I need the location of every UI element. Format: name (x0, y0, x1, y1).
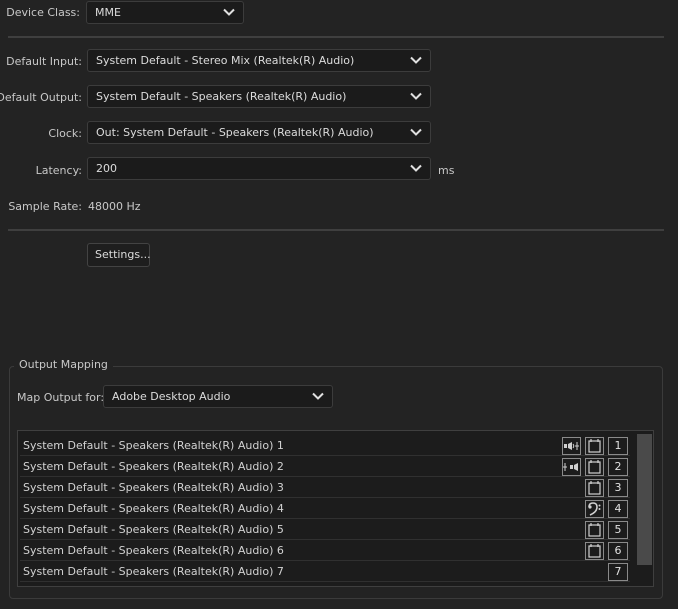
channel-number[interactable]: 5 (608, 521, 628, 539)
default-input-label: Default Input: (6, 55, 82, 68)
channel-row[interactable]: System Default - Speakers (Realtek(R) Au… (20, 436, 630, 456)
chevron-down-icon (223, 8, 235, 16)
divider-middle (8, 229, 664, 231)
channel-number[interactable]: 3 (608, 479, 628, 497)
channel-row[interactable]: System Default - Speakers (Realtek(R) Au… (20, 499, 630, 519)
default-output-value: System Default - Speakers (Realtek(R) Au… (96, 90, 347, 103)
channel-row-label: System Default - Speakers (Realtek(R) Au… (23, 523, 284, 536)
panel-assign-icon[interactable] (585, 437, 604, 455)
latency-unit: ms (438, 164, 455, 177)
panel-assign-icon[interactable] (585, 479, 604, 497)
output-channel-list[interactable]: System Default - Speakers (Realtek(R) Au… (17, 430, 654, 587)
channel-number[interactable]: 6 (608, 542, 628, 560)
channel-number[interactable]: 1 (608, 437, 628, 455)
divider-top (8, 36, 664, 38)
clock-dropdown[interactable]: Out: System Default - Speakers (Realtek(… (87, 121, 431, 144)
clock-value: Out: System Default - Speakers (Realtek(… (96, 126, 374, 139)
channel-row-label: System Default - Speakers (Realtek(R) Au… (23, 565, 284, 578)
channel-row[interactable]: System Default - Speakers (Realtek(R) Au… (20, 520, 630, 540)
latency-label: Latency: (35, 164, 82, 177)
default-output-dropdown[interactable]: System Default - Speakers (Realtek(R) Au… (87, 85, 431, 108)
channel-number[interactable]: 4 (608, 500, 628, 518)
chevron-down-icon (410, 164, 422, 172)
default-output-label: Default Output: (0, 91, 82, 104)
channel-row-label: System Default - Speakers (Realtek(R) Au… (23, 544, 284, 557)
output-mapping-title: Output Mapping (14, 358, 113, 371)
channel-row-label: System Default - Speakers (Realtek(R) Au… (23, 502, 284, 515)
map-output-dropdown[interactable]: Adobe Desktop Audio (103, 385, 333, 408)
channel-row-label: System Default - Speakers (Realtek(R) Au… (23, 460, 284, 473)
channel-row[interactable]: System Default - Speakers (Realtek(R) Au… (20, 562, 630, 582)
speaker-left-icon[interactable] (562, 437, 581, 455)
channel-row[interactable]: System Default - Speakers (Realtek(R) Au… (20, 541, 630, 561)
panel-assign-icon[interactable] (585, 458, 604, 476)
settings-button[interactable]: Settings... (87, 243, 151, 267)
map-output-value: Adobe Desktop Audio (112, 390, 231, 403)
device-class-value: MME (95, 6, 121, 19)
panel-assign-icon[interactable] (585, 542, 604, 560)
clock-label: Clock: (48, 127, 82, 140)
latency-dropdown[interactable]: 200 (87, 157, 431, 180)
chevron-down-icon (312, 392, 324, 400)
sample-rate-value: 48000 Hz (88, 200, 141, 213)
channel-number[interactable]: 7 (608, 563, 628, 581)
channel-row[interactable]: System Default - Speakers (Realtek(R) Au… (20, 457, 630, 477)
default-input-dropdown[interactable]: System Default - Stereo Mix (Realtek(R) … (87, 49, 431, 72)
bass-clef-icon[interactable] (585, 500, 604, 518)
list-scrollbar[interactable] (635, 434, 652, 586)
latency-value: 200 (96, 162, 117, 175)
channel-number[interactable]: 2 (608, 458, 628, 476)
sample-rate-label: Sample Rate: (8, 200, 82, 213)
channel-row-label: System Default - Speakers (Realtek(R) Au… (23, 481, 284, 494)
default-input-value: System Default - Stereo Mix (Realtek(R) … (96, 54, 355, 67)
chevron-down-icon (410, 92, 422, 100)
panel-assign-icon[interactable] (585, 521, 604, 539)
speaker-right-icon[interactable] (562, 458, 581, 476)
device-class-dropdown[interactable]: MME (86, 1, 244, 24)
map-output-label: Map Output for: (17, 391, 105, 404)
chevron-down-icon (410, 128, 422, 136)
list-scrollbar-thumb[interactable] (637, 434, 652, 565)
channel-row-label: System Default - Speakers (Realtek(R) Au… (23, 439, 284, 452)
device-class-label: Device Class: (6, 6, 80, 19)
chevron-down-icon (410, 56, 422, 64)
channel-row[interactable]: System Default - Speakers (Realtek(R) Au… (20, 478, 630, 498)
